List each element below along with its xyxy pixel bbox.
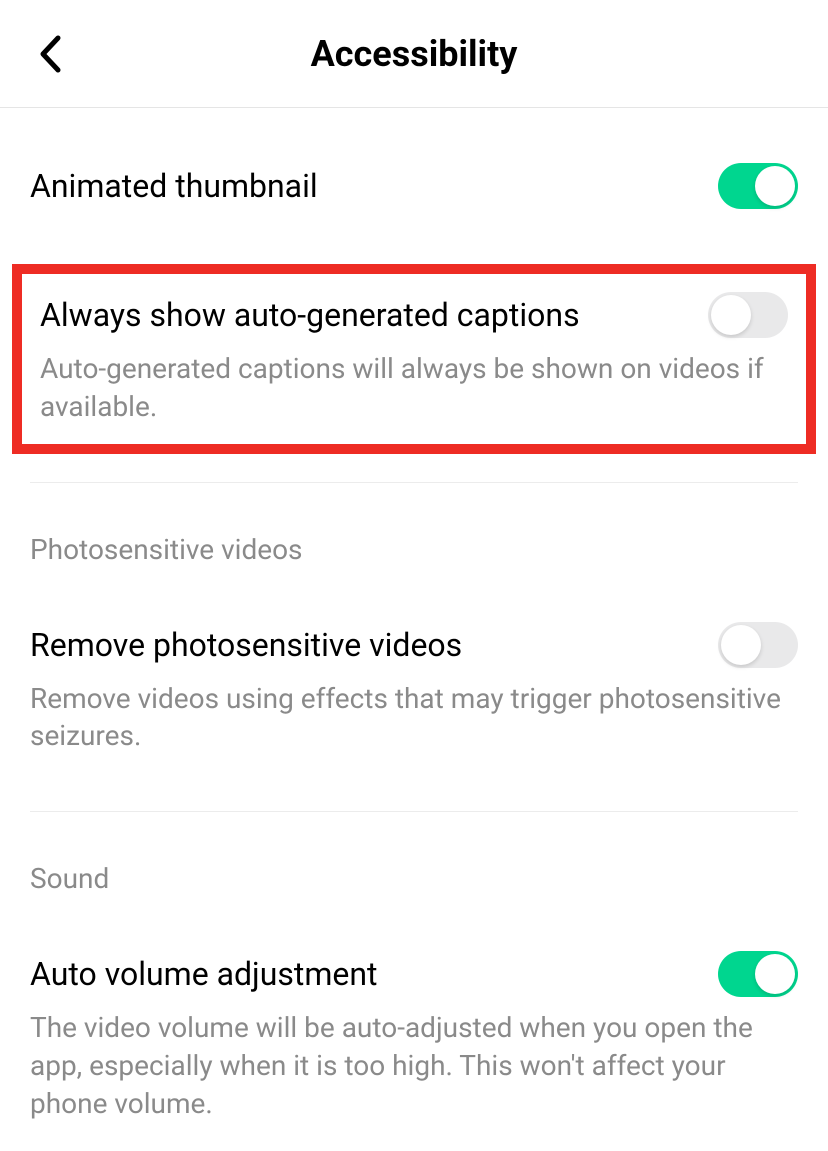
section-header-sound: Sound (0, 862, 828, 895)
setting-title-auto-captions: Always show auto-generated captions (40, 296, 580, 334)
divider (30, 482, 798, 483)
highlight-annotation: Always show auto-generated captions Auto… (12, 264, 816, 454)
setting-sound: Auto volume adjustment The video volume … (0, 923, 828, 1150)
setting-title-animated-thumbnail: Animated thumbnail (30, 167, 318, 205)
section-header-photosensitive: Photosensitive videos (0, 533, 828, 566)
toggle-animated-thumbnail[interactable] (718, 163, 798, 209)
setting-title-photosensitive: Remove photosensitive videos (30, 626, 462, 664)
toggle-auto-captions[interactable] (708, 292, 788, 338)
header: Accessibility (0, 0, 828, 108)
toggle-knob (755, 166, 795, 206)
toggle-knob (711, 295, 751, 335)
chevron-left-icon (39, 35, 61, 73)
setting-description-photosensitive: Remove videos using effects that may tri… (0, 680, 828, 756)
setting-description-auto-captions: Auto-generated captions will always be s… (22, 350, 806, 426)
toggle-photosensitive[interactable] (718, 622, 798, 668)
setting-auto-captions: Always show auto-generated captions (22, 292, 806, 338)
divider (30, 811, 798, 812)
setting-description-sound: The video volume will be auto-adjusted w… (0, 1009, 828, 1122)
back-button[interactable] (30, 34, 70, 74)
page-title: Accessibility (30, 33, 798, 75)
toggle-sound[interactable] (718, 951, 798, 997)
settings-content: Animated thumbnail Always show auto-gene… (0, 108, 828, 1151)
setting-photosensitive: Remove photosensitive videos Remove vide… (0, 594, 828, 784)
toggle-knob (755, 954, 795, 994)
setting-title-sound: Auto volume adjustment (30, 955, 378, 993)
setting-animated-thumbnail: Animated thumbnail (0, 136, 828, 236)
toggle-knob (721, 625, 761, 665)
